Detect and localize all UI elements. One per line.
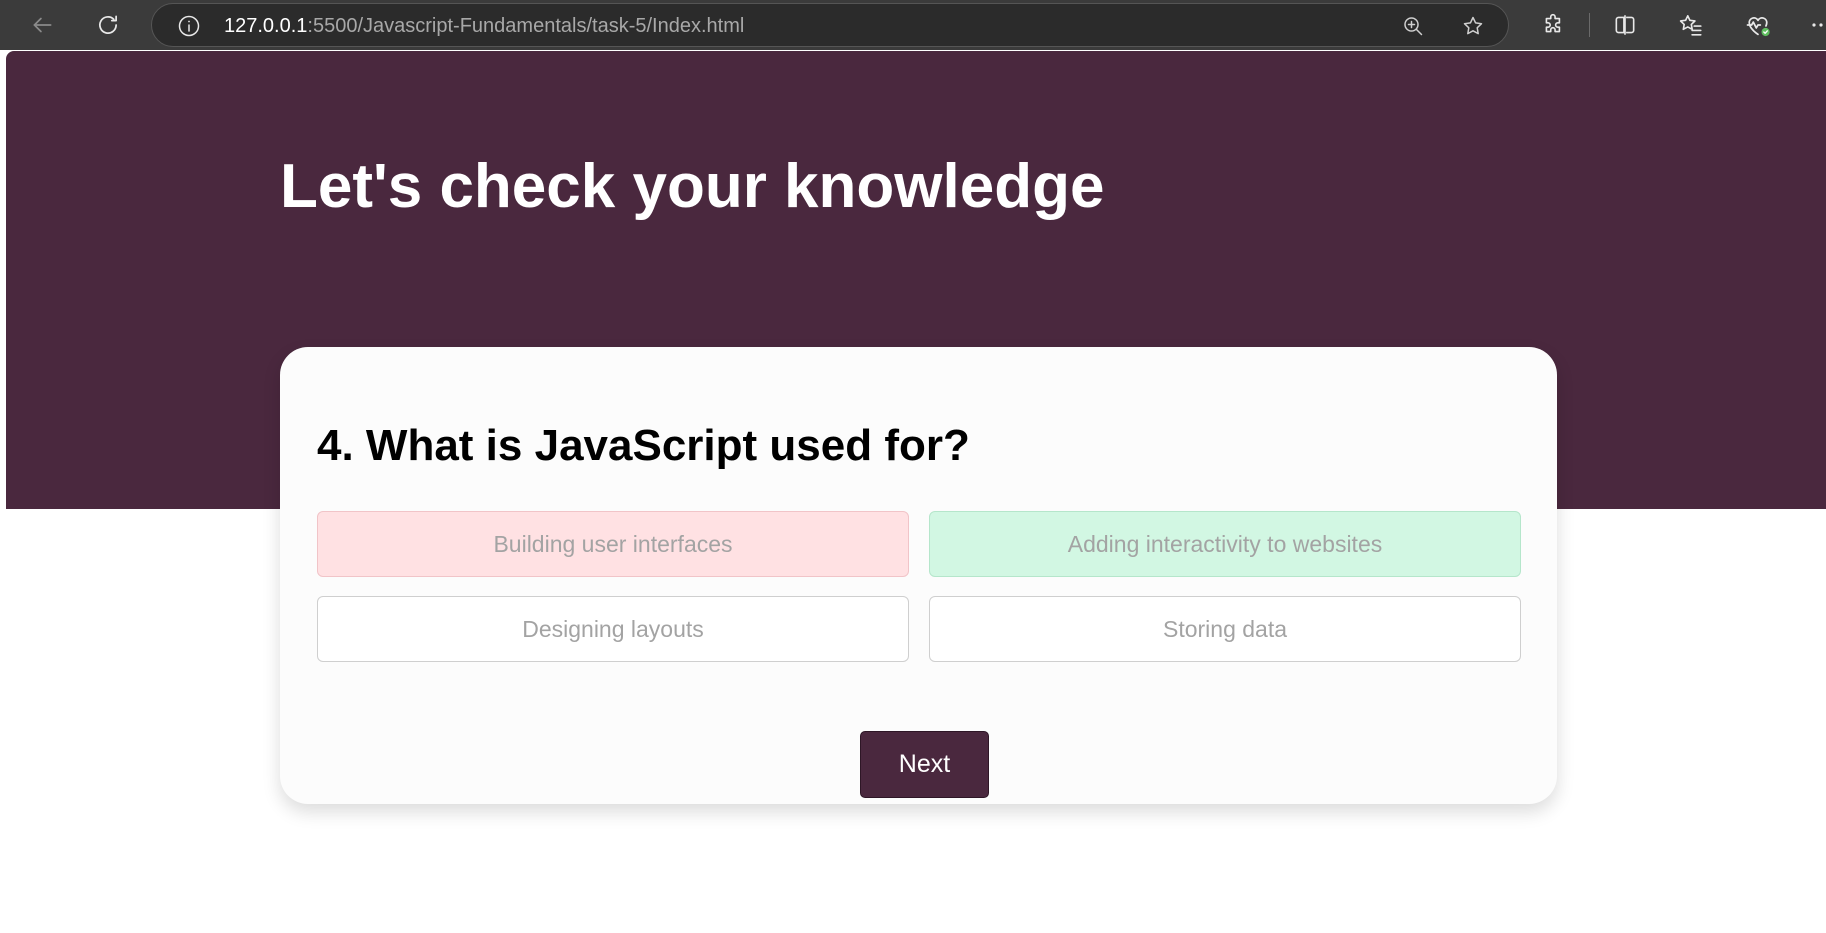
- toolbar-divider: [1589, 13, 1590, 37]
- page-title: Let's check your knowledge: [280, 152, 1105, 221]
- favorites-icon[interactable]: [1677, 11, 1705, 39]
- address-bar[interactable]: 127.0.0.1:5500/Javascript-Fundamentals/t…: [151, 3, 1509, 47]
- answer-option-wrong[interactable]: Building user interfaces: [317, 511, 909, 577]
- info-icon[interactable]: [177, 14, 201, 38]
- puzzle-icon[interactable]: [1540, 11, 1568, 39]
- next-button[interactable]: Next: [860, 731, 989, 798]
- answer-option-correct[interactable]: Adding interactivity to websites: [929, 511, 1521, 577]
- back-arrow-icon[interactable]: [25, 8, 59, 42]
- url-path: :5500/Javascript-Fundamentals/task-5/Ind…: [307, 15, 745, 37]
- url-host: 127.0.0.1: [224, 15, 308, 37]
- heart-pulse-icon[interactable]: [1744, 11, 1772, 39]
- zoom-in-icon[interactable]: [1401, 14, 1425, 38]
- page-viewport: Let's check your knowledge 4. What is Ja…: [6, 51, 1826, 933]
- quiz-card: 4. What is JavaScript used for? Building…: [280, 347, 1557, 804]
- answer-options: Building user interfaces Adding interact…: [317, 511, 1521, 662]
- split-screen-icon[interactable]: [1611, 11, 1639, 39]
- answer-option[interactable]: Designing layouts: [317, 596, 909, 662]
- star-icon[interactable]: [1461, 14, 1485, 38]
- more-icon[interactable]: [1806, 11, 1826, 39]
- url-text[interactable]: 127.0.0.1:5500/Javascript-Fundamentals/t…: [224, 15, 744, 37]
- answer-option[interactable]: Storing data: [929, 596, 1521, 662]
- reload-icon[interactable]: [91, 8, 125, 42]
- browser-toolbar: 127.0.0.1:5500/Javascript-Fundamentals/t…: [0, 0, 1826, 50]
- question-text: 4. What is JavaScript used for?: [317, 421, 970, 470]
